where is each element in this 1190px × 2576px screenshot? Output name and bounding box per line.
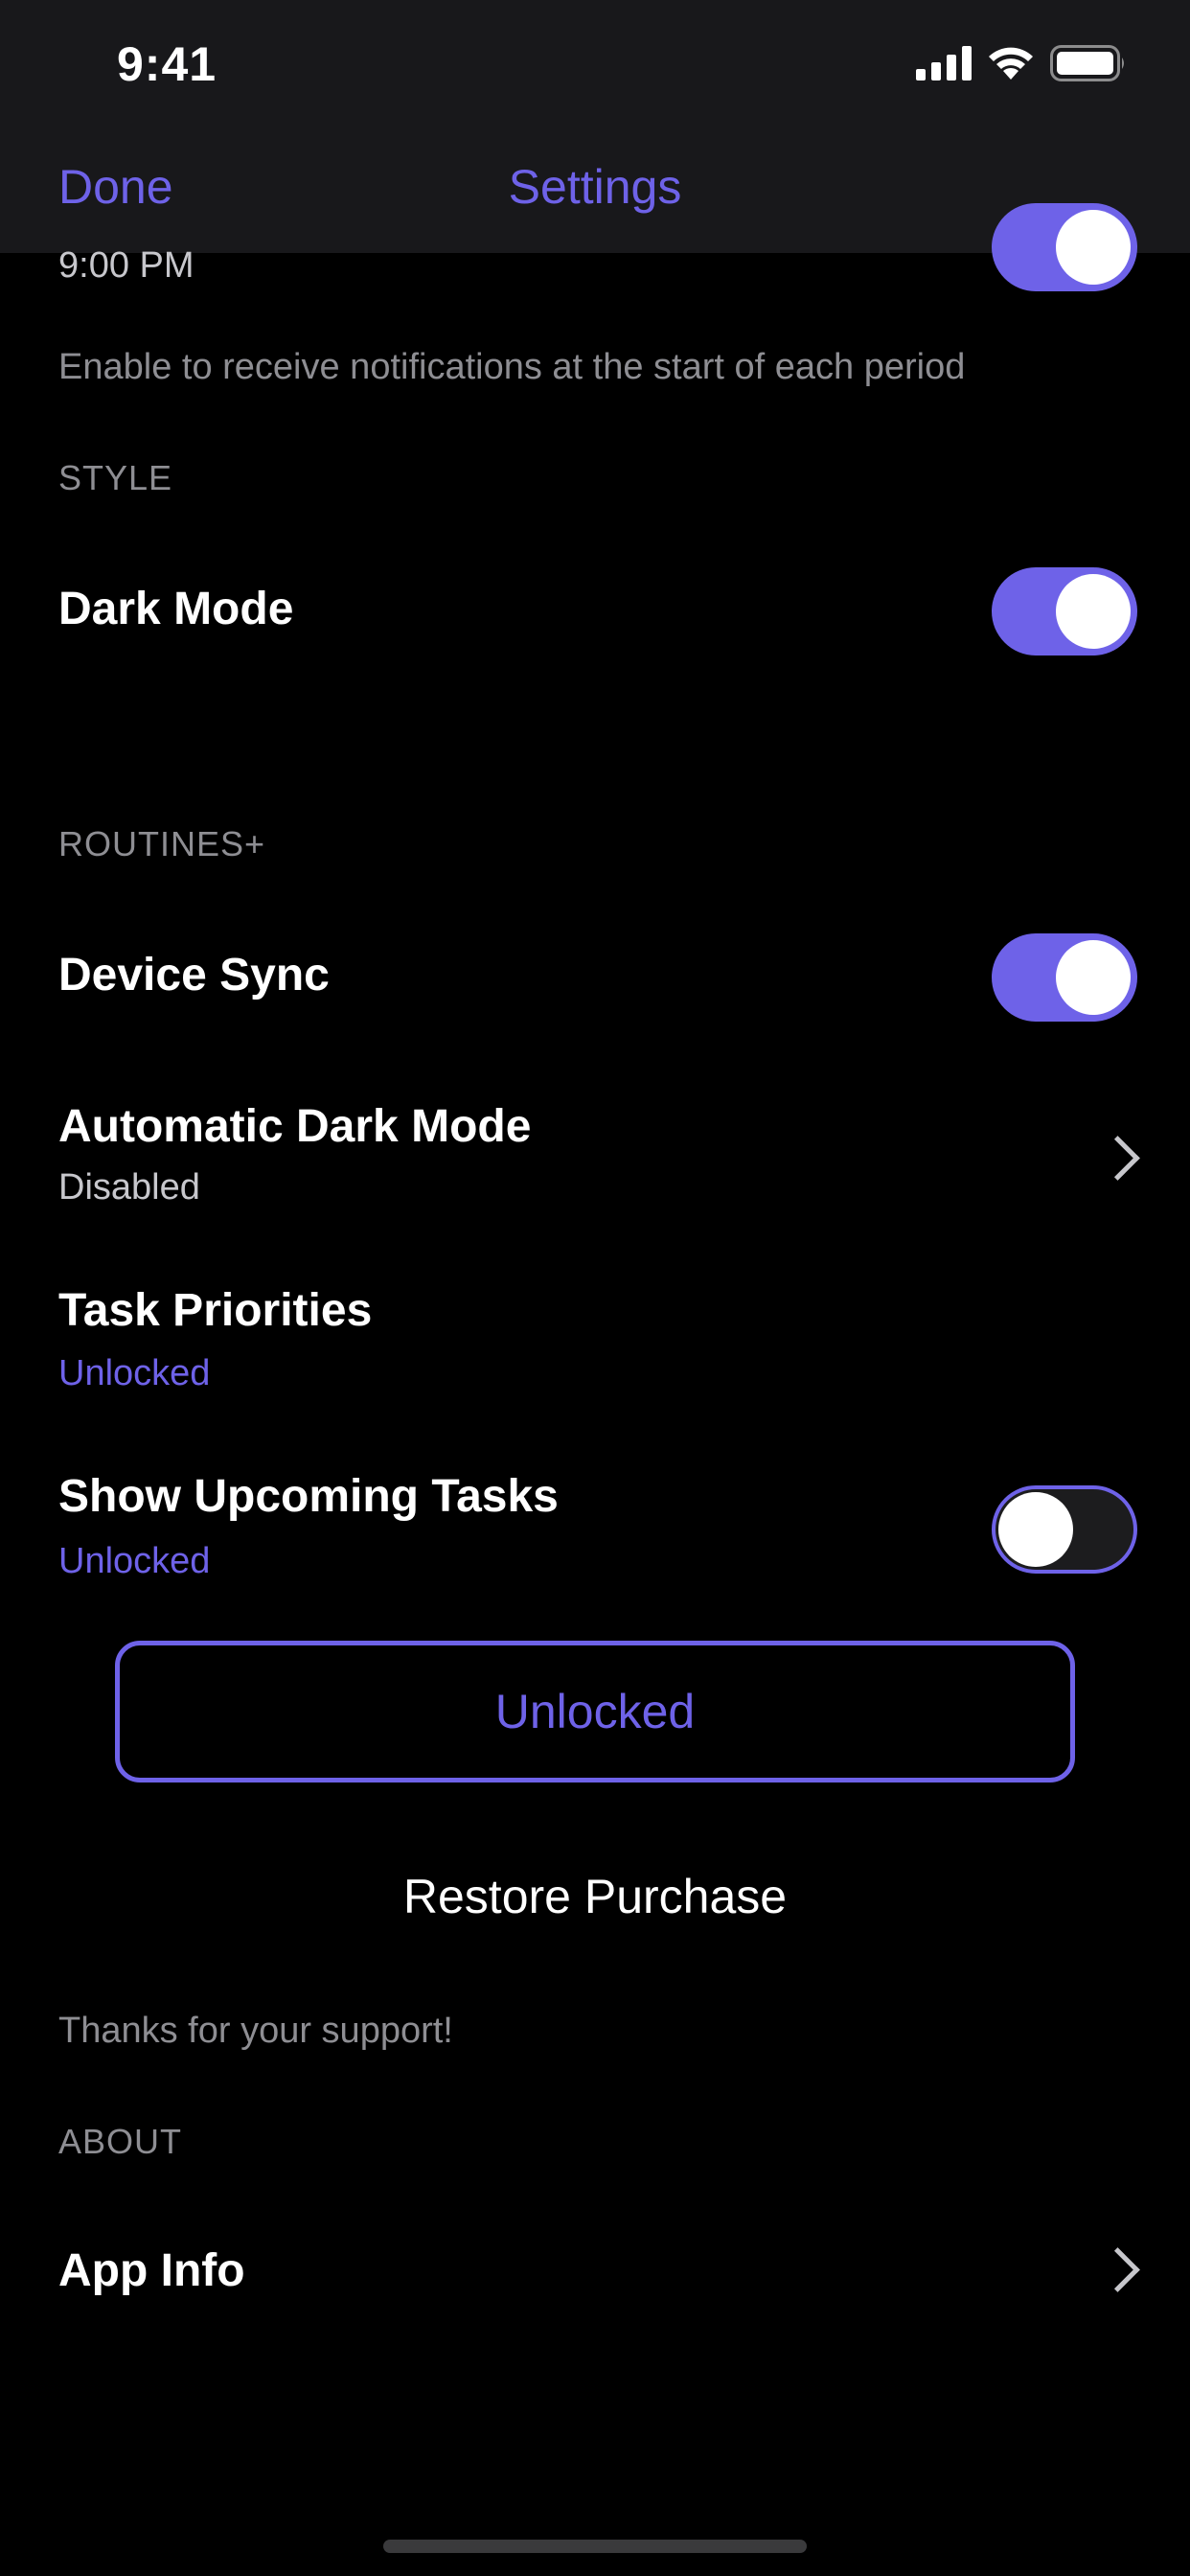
show-upcoming-tasks-label: Show Upcoming Tasks bbox=[58, 1471, 559, 1522]
home-indicator[interactable] bbox=[383, 2540, 807, 2553]
toggle-knob bbox=[1056, 940, 1131, 1015]
restore-purchase-button[interactable]: Restore Purchase bbox=[0, 1869, 1190, 1924]
automatic-dark-mode-label: Automatic Dark Mode bbox=[58, 1101, 532, 1152]
show-upcoming-tasks-status: Unlocked bbox=[58, 1541, 211, 1581]
status-icons bbox=[916, 44, 1127, 82]
toggle-knob bbox=[1056, 574, 1131, 649]
show-upcoming-tasks-toggle[interactable] bbox=[992, 1485, 1137, 1574]
automatic-dark-mode-value: Disabled bbox=[58, 1167, 200, 1208]
notifications-footer: Enable to receive notifications at the s… bbox=[58, 347, 966, 387]
notifications-toggle[interactable] bbox=[992, 203, 1137, 291]
toggle-knob bbox=[1056, 210, 1131, 285]
notification-time-value[interactable]: 9:00 PM bbox=[58, 245, 195, 287]
unlocked-button[interactable]: Unlocked bbox=[115, 1641, 1075, 1782]
chevron-right-icon bbox=[1095, 1136, 1140, 1181]
status-time: 9:41 bbox=[117, 37, 217, 91]
section-header-style: STYLE bbox=[58, 458, 173, 497]
section-header-about: ABOUT bbox=[58, 2122, 183, 2161]
dark-mode-toggle[interactable] bbox=[992, 567, 1137, 656]
task-priorities-status: Unlocked bbox=[58, 1353, 211, 1393]
signal-icon bbox=[916, 46, 972, 80]
wifi-icon bbox=[989, 47, 1033, 80]
toggle-knob bbox=[998, 1492, 1073, 1567]
device-sync-toggle[interactable] bbox=[992, 933, 1137, 1022]
task-priorities-label: Task Priorities bbox=[58, 1285, 373, 1336]
device-sync-label: Device Sync bbox=[58, 950, 330, 1000]
dark-mode-label: Dark Mode bbox=[58, 584, 294, 634]
status-bar: 9:41 bbox=[0, 0, 1190, 130]
battery-icon bbox=[1050, 45, 1124, 81]
app-info-row[interactable]: App Info bbox=[0, 2195, 1190, 2338]
page-title: Settings bbox=[508, 160, 682, 214]
automatic-dark-mode-row[interactable]: Automatic Dark Mode Disabled bbox=[0, 1077, 1190, 1230]
chevron-right-icon bbox=[1095, 2247, 1140, 2292]
app-info-label: App Info bbox=[58, 2245, 245, 2296]
section-header-routines: ROUTINES+ bbox=[58, 824, 266, 863]
routines-footer: Thanks for your support! bbox=[58, 2011, 453, 2051]
